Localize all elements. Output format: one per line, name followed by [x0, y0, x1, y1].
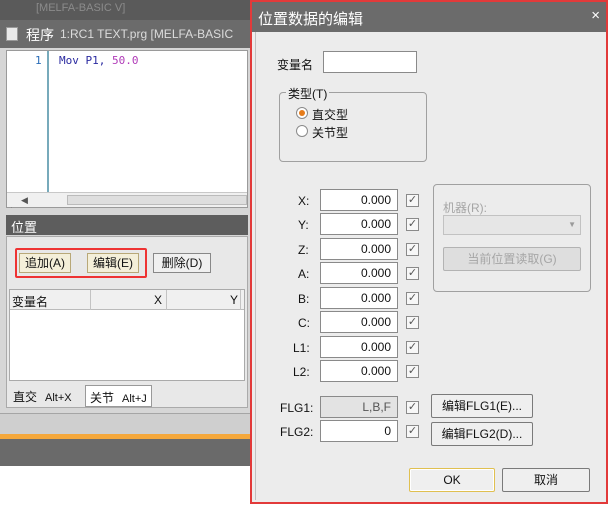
cancel-button[interactable]: 取消 [502, 468, 590, 492]
radio-cartesian[interactable] [296, 107, 308, 119]
tab-cartesian[interactable]: 直交 Alt+X [9, 385, 76, 407]
axis-x-field[interactable]: 0.000 [320, 189, 398, 211]
chevron-down-icon: ▼ [568, 220, 576, 229]
position-panel-header: 位置 [6, 215, 248, 235]
axis-label-y: Y: [298, 218, 309, 232]
flag1-field[interactable]: L,B,F [320, 396, 398, 418]
position-edit-dialog: 位置数据的编辑 × 变量名 类型(T) 直交型 关节型 X: 0.000 ✓ Y… [250, 0, 608, 504]
axis-a-checkbox[interactable]: ✓ [406, 267, 419, 280]
axis-label-l2: L2: [293, 365, 310, 379]
scrollbar-thumb[interactable] [67, 195, 247, 205]
program-window-title: 程序 [26, 27, 54, 43]
flag1-label: FLG1: [280, 401, 314, 415]
background-strip: [MELFA-BASIC V] [0, 0, 252, 20]
close-icon[interactable]: × [591, 7, 600, 24]
flag1-checkbox[interactable]: ✓ [406, 401, 419, 414]
var-name-label: 变量名 [277, 58, 314, 72]
edit-flg1-button[interactable]: 编辑FLG1(E)... [431, 394, 533, 418]
axis-label-c: C: [298, 316, 310, 330]
axis-z-checkbox[interactable]: ✓ [406, 243, 419, 256]
background-strip-text: [MELFA-BASIC V] [36, 2, 126, 14]
program-window: [MELFA-BASIC V] 程序 1:RC1 TEXT.prg [MELFA… [0, 0, 252, 466]
axis-c-field[interactable]: 0.000 [320, 311, 398, 333]
flag2-label: FLG2: [280, 425, 314, 439]
code-keyword: Mov P1, [59, 54, 106, 67]
scroll-left-icon[interactable]: ◀ [21, 195, 28, 206]
axis-label-x: X: [298, 194, 310, 208]
program-window-subtitle: 1:RC1 TEXT.prg [MELFA-BASIC [60, 27, 234, 41]
add-position-button[interactable]: 追加(A) [19, 253, 71, 273]
radio-joint-label[interactable]: 关节型 [312, 124, 348, 141]
column-header-y[interactable]: Y [230, 293, 238, 307]
tab-cartesian-label: 直交 [13, 390, 38, 404]
axis-label-z: Z: [298, 243, 309, 257]
dialog-body: 变量名 类型(T) 直交型 关节型 X: 0.000 ✓ Y: 0.000 ✓ … [255, 32, 603, 500]
axis-z-field[interactable]: 0.000 [320, 238, 398, 260]
tab-joint-label: 关节 [90, 391, 115, 405]
code-number: 50.0 [111, 54, 139, 67]
dialog-titlebar[interactable]: 位置数据的编辑 × [252, 2, 606, 32]
horizontal-scrollbar[interactable]: ◀ [7, 192, 247, 207]
document-icon [6, 27, 18, 41]
code-line[interactable]: Mov P1, 50.0 [59, 54, 138, 67]
axis-b-checkbox[interactable]: ✓ [406, 292, 419, 305]
dialog-title: 位置数据的编辑 [258, 11, 364, 28]
axis-l1-checkbox[interactable]: ✓ [406, 341, 419, 354]
code-editor[interactable]: 1 Mov P1, 50.0 ◀ [6, 50, 248, 208]
type-group-label: 类型(T) [286, 85, 330, 102]
axis-a-field[interactable]: 0.000 [320, 262, 398, 284]
edit-position-button[interactable]: 编辑(E) [87, 253, 139, 273]
axis-label-l1: L1: [293, 341, 310, 355]
axis-y-checkbox[interactable]: ✓ [406, 218, 419, 231]
axis-y-field[interactable]: 0.000 [320, 213, 398, 235]
column-header-x[interactable]: X [154, 293, 162, 307]
axis-l2-field[interactable]: 0.000 [320, 360, 398, 382]
column-separator [90, 290, 91, 310]
status-area [0, 413, 252, 434]
var-name-field[interactable] [323, 51, 417, 73]
robot-label: 机器(R): [443, 201, 487, 215]
radio-joint[interactable] [296, 125, 308, 137]
column-separator [166, 290, 167, 310]
line-number: 1 [35, 54, 42, 67]
column-separator [240, 290, 241, 310]
flag2-checkbox[interactable]: ✓ [406, 425, 419, 438]
read-current-position-button[interactable]: 当前位置读取(G) [443, 247, 581, 271]
axis-l1-field[interactable]: 0.000 [320, 336, 398, 358]
axis-label-a: A: [298, 267, 310, 281]
axis-b-field[interactable]: 0.000 [320, 287, 398, 309]
type-group: 类型(T) 直交型 关节型 [279, 85, 427, 162]
axis-label-b: B: [298, 292, 310, 306]
tab-joint-shortcut: Alt+J [122, 393, 147, 405]
ok-button[interactable]: OK [409, 468, 495, 492]
robot-group: 机器(R): ▼ 当前位置读取(G) [433, 184, 591, 292]
line-gutter [7, 51, 49, 193]
position-panel: 追加(A) 编辑(E) 删除(D) 变量名 X Y 直交 Alt+X 关节 Alt+… [6, 236, 248, 408]
robot-select[interactable]: ▼ [443, 215, 581, 235]
edit-flg2-button[interactable]: 编辑FLG2(D)... [431, 422, 533, 446]
tab-cartesian-shortcut: Alt+X [45, 392, 72, 404]
tab-joint[interactable]: 关节 Alt+J [85, 385, 152, 407]
axis-l2-checkbox[interactable]: ✓ [406, 365, 419, 378]
delete-position-button[interactable]: 删除(D) [153, 253, 211, 273]
program-window-titlebar: 程序 1:RC1 TEXT.prg [MELFA-BASIC [0, 20, 252, 48]
position-table[interactable]: 变量名 X Y [9, 289, 245, 381]
radio-cartesian-label[interactable]: 直交型 [312, 106, 348, 123]
column-header-varname[interactable]: 变量名 [12, 293, 48, 310]
axis-c-checkbox[interactable]: ✓ [406, 316, 419, 329]
position-table-header: 变量名 X Y [10, 290, 244, 310]
axis-x-checkbox[interactable]: ✓ [406, 194, 419, 207]
flag2-field[interactable]: 0 [320, 420, 398, 442]
bottom-bar [0, 439, 252, 466]
